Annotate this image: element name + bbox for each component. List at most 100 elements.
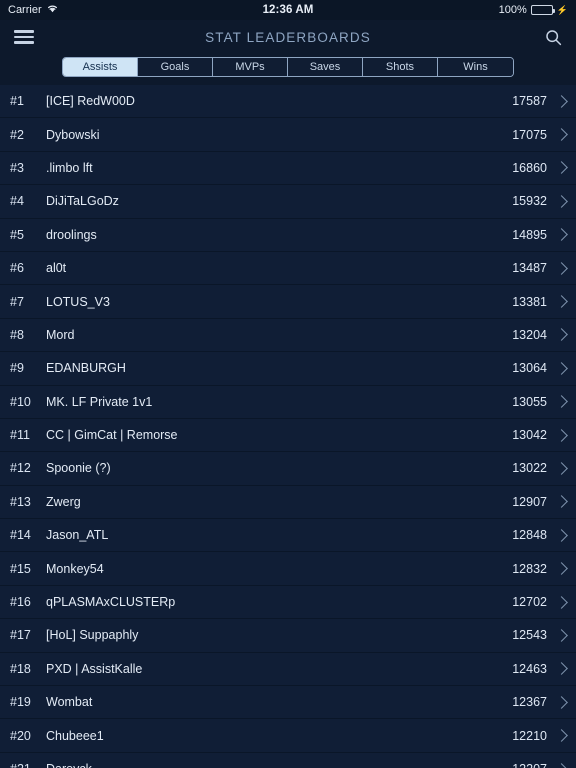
tab-mvps[interactable]: MVPs — [213, 58, 288, 76]
status-bar-clock: 12:36 AM — [262, 4, 314, 16]
tab-wins[interactable]: Wins — [438, 58, 513, 76]
leaderboard-list[interactable]: #1 [ICE] RedW00D 17587 #2 Dybowski 17075 #3 .li… — [0, 85, 576, 768]
leaderboard-row[interactable]: #15 Monkey54 12832 — [0, 552, 576, 586]
rank-label: #10 — [10, 394, 31, 409]
leaderboard-row[interactable]: #7 LOTUS_V3 13381 — [0, 285, 576, 319]
chevron-right-icon — [555, 562, 568, 576]
leaderboard-row[interactable]: #9 EDANBURGH 13064 — [0, 352, 576, 386]
player-name: Zwerg — [46, 494, 81, 509]
chevron-right-icon — [555, 261, 568, 275]
stat-value: 12367 — [512, 695, 547, 710]
stat-value: 12463 — [512, 661, 547, 676]
stat-value: 12210 — [512, 728, 547, 743]
player-name: Dybowski — [46, 127, 100, 142]
leaderboard-row[interactable]: #21Dareyck12207 — [0, 753, 576, 768]
player-name: MK. LF Private 1v1 — [46, 394, 153, 409]
navigation-bar: STAT LEADERBOARDS — [0, 20, 576, 54]
leaderboard-row[interactable]: #11 CC | GimCat | Remorse 13042 — [0, 419, 576, 453]
player-name: EDANBURGH — [46, 361, 126, 376]
chevron-right-icon — [555, 361, 568, 375]
rank-label: #21 — [10, 762, 44, 768]
tab-saves[interactable]: Saves — [288, 58, 363, 76]
leaderboard-row[interactable]: #4 DiJiTaLGoDz 15932 — [0, 185, 576, 219]
leaderboard-row[interactable]: #10 MK. LF Private 1v1 13055 — [0, 386, 576, 419]
chevron-right-icon — [555, 462, 568, 475]
stat-value: 13487 — [512, 261, 547, 276]
stat-value: 12848 — [512, 528, 547, 543]
status-bar-right: 100% ⚡ — [499, 4, 568, 16]
carrier-label: Carrier — [8, 4, 42, 16]
player-name: [HoL] Suppaphly — [46, 628, 139, 643]
tab-shots[interactable]: Shots — [363, 58, 438, 76]
rank-label: #11 — [10, 428, 30, 443]
tab-label: Assists — [82, 61, 118, 73]
leaderboard-row[interactable]: #2 Dybowski 17075 — [0, 118, 576, 152]
stat-value: 16860 — [512, 160, 547, 175]
rank-label: #3 — [10, 160, 24, 175]
rank-label: #20 — [10, 728, 31, 743]
stat-tab-bar[interactable]: Assists Goals MVPs Saves Shots Wins — [62, 57, 514, 77]
rank-label: #6 — [10, 261, 24, 276]
player-name: Spoonie (?) — [46, 461, 111, 476]
stat-value: 15932 — [512, 194, 547, 209]
leaderboard-row[interactable]: #19 Wombat 12367 — [0, 686, 576, 720]
stat-value: 12207 — [512, 762, 547, 768]
rank-label: #15 — [10, 561, 31, 576]
tab-label: Shots — [385, 61, 415, 73]
leaderboard-row[interactable]: #3 .limbo lft 16860 — [0, 152, 576, 186]
tab-label: Wins — [463, 61, 488, 73]
search-icon[interactable] — [545, 29, 562, 46]
rank-label: #17 — [10, 628, 31, 643]
leaderboard-row[interactable]: #18 PXD | AssistKalle 12463 — [0, 653, 576, 687]
chevron-right-icon — [555, 662, 568, 676]
leaderboard-row[interactable]: #6 al0t 13487 — [0, 252, 576, 286]
hamburger-menu-icon[interactable] — [14, 30, 34, 44]
rank-label: #2 — [10, 127, 24, 142]
chevron-right-icon — [555, 495, 568, 509]
tab-label: MVPs — [235, 61, 265, 73]
tab-bar-container: Assists Goals MVPs Saves Shots Wins — [0, 54, 576, 85]
leaderboard-row[interactable]: #16 qPLASMAxCLUSTERp 12702 — [0, 586, 576, 620]
rank-label: #16 — [10, 595, 31, 610]
wifi-icon — [47, 4, 58, 16]
lightning-bolt-icon: ⚡ — [556, 4, 568, 15]
player-name: Wombat — [46, 695, 93, 710]
chevron-right-icon — [555, 528, 568, 542]
player-name: Dareyck — [44, 762, 512, 768]
tab-goals[interactable]: Goals — [138, 58, 213, 76]
battery-percent-label: 100% — [498, 4, 527, 16]
stat-value: 14895 — [512, 227, 547, 242]
leaderboard-row[interactable]: #14 Jason_ATL 12848 — [0, 519, 576, 553]
rank-label: #14 — [10, 528, 31, 543]
player-name: .limbo lft — [46, 160, 93, 175]
rank-label: #7 — [10, 294, 24, 309]
player-name: al0t — [46, 261, 67, 276]
tab-label: Saves — [309, 61, 341, 73]
page-title: STAT LEADERBOARDS — [205, 29, 371, 45]
chevron-right-icon — [555, 94, 568, 108]
status-bar: Carrier 12:36 AM 100% ⚡ — [0, 0, 576, 20]
leaderboard-row[interactable]: #1 [ICE] RedW00D 17587 — [0, 85, 576, 119]
rank-label: #1 — [10, 94, 24, 109]
player-name: CC | GimCat | Remorse — [46, 428, 178, 443]
stat-value: 17075 — [512, 127, 547, 142]
leaderboard-row[interactable]: #17 [HoL] Suppaphly 12543 — [0, 619, 576, 653]
chevron-right-icon — [555, 128, 568, 141]
leaderboard-row[interactable]: #20 Chubeee1 12210 — [0, 719, 576, 753]
stat-value: 13204 — [512, 327, 547, 342]
rank-label: #18 — [10, 661, 31, 676]
stat-value: 13055 — [512, 394, 547, 409]
chevron-right-icon — [555, 428, 568, 442]
stat-value: 12907 — [512, 494, 547, 509]
chevron-right-icon — [555, 328, 568, 342]
leaderboard-row[interactable]: #13 Zwerg 12907 — [0, 486, 576, 520]
player-name: Mord — [46, 327, 75, 342]
leaderboard-row[interactable]: #8 Mord 13204 — [0, 319, 576, 353]
chevron-right-icon — [555, 695, 568, 709]
tab-assists[interactable]: Assists — [63, 58, 138, 76]
leaderboard-row[interactable]: #12 Spoonie (?) 13022 — [0, 452, 576, 486]
player-name: LOTUS_V3 — [46, 294, 110, 309]
player-name: qPLASMAxCLUSTERp — [46, 595, 176, 610]
stat-value: 17587 — [512, 94, 547, 109]
leaderboard-row[interactable]: #5 droolings 14895 — [0, 219, 576, 252]
